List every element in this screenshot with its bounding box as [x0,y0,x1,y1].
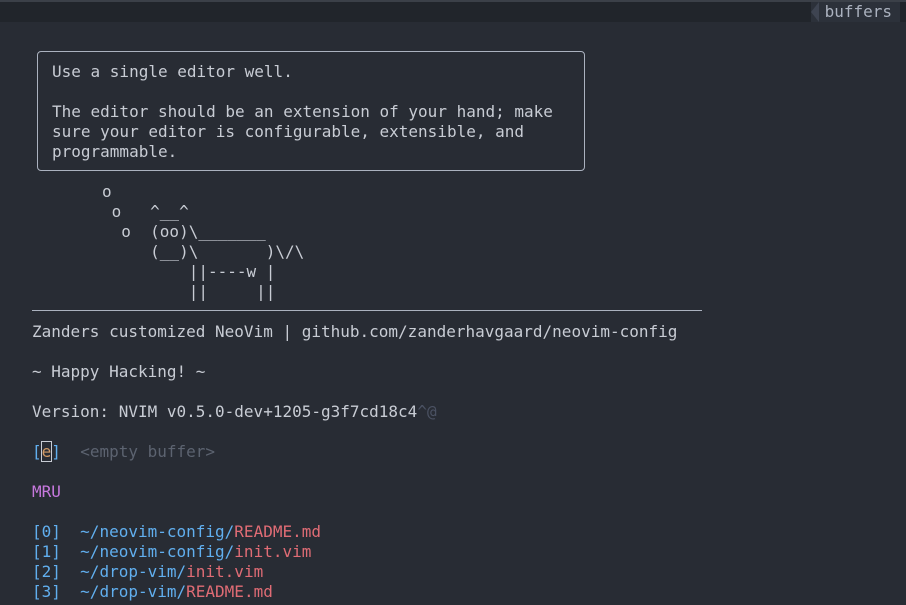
mru-item[interactable]: [0] ~/neovim-config/README.md [32,522,321,542]
header-title: Zanders customized NeoVim | github.com/z… [32,322,678,341]
mru-dir: ~/drop-vim/ [80,562,187,581]
empty-buffer-label: <empty buffer> [80,442,216,461]
version-ctrl-char: ^@ [417,402,437,421]
mru-item[interactable]: [3] ~/drop-vim/README.md [32,582,273,602]
version-text: Version: NVIM v0.5.0-dev+1205-g3f7cd18c4 [32,402,418,421]
quote-line: The editor should be an extension of you… [52,102,553,121]
header-divider [32,310,702,311]
cowsay-art: o o ^__^ o (oo)\_______ (__)\ )\/\ ||---… [102,182,304,302]
mru-item[interactable]: [2] ~/drop-vim/init.vim [32,562,263,582]
mru-dir: ~/neovim-config/ [80,522,235,541]
mru-heading: MRU [32,482,61,501]
quote-line: sure your editor is configurable, extens… [52,122,525,141]
mru-file: README.md [186,582,273,601]
quote-box: Use a single editor well. The editor shou… [37,51,585,171]
mru-index: [3] [32,582,61,601]
startify-screen: buffers Use a single editor well. The edi… [0,0,906,605]
tabline: buffers [0,0,906,22]
mru-item[interactable]: [1] ~/neovim-config/init.vim [32,542,311,562]
mru-index: [1] [32,542,61,561]
mru-file: init.vim [186,562,264,581]
quote-line: programmable. [52,142,178,161]
cursor-key-e[interactable]: e [40,441,53,462]
mru-index: [2] [32,562,61,581]
cow-line: o (oo)\_______ [102,222,266,241]
mru-file: README.md [234,522,321,541]
cow-line: o ^__^ [102,202,189,221]
header-greeting: ~ Happy Hacking! ~ [32,362,206,381]
cow-line: (__)\ )\/\ [102,242,305,261]
empty-buffer-entry[interactable]: [e] <empty buffer> [32,441,216,462]
cow-line: o [102,182,112,201]
quote-text: Use a single editor well. The editor shou… [52,62,553,162]
quote-line: Use a single editor well. [52,62,293,81]
cow-line: || || [102,282,276,301]
bracket-close: ] [51,442,61,461]
quote-line [52,82,553,102]
version-line: Version: NVIM v0.5.0-dev+1205-g3f7cd18c4… [32,402,437,422]
mru-dir: ~/neovim-config/ [80,542,235,561]
mru-index: [0] [32,522,61,541]
cow-line: ||----w | [102,262,276,281]
buffers-tab[interactable]: buffers [810,2,900,22]
mru-dir: ~/drop-vim/ [80,582,187,601]
mru-file: init.vim [234,542,312,561]
bracket-open: [ [32,442,42,461]
